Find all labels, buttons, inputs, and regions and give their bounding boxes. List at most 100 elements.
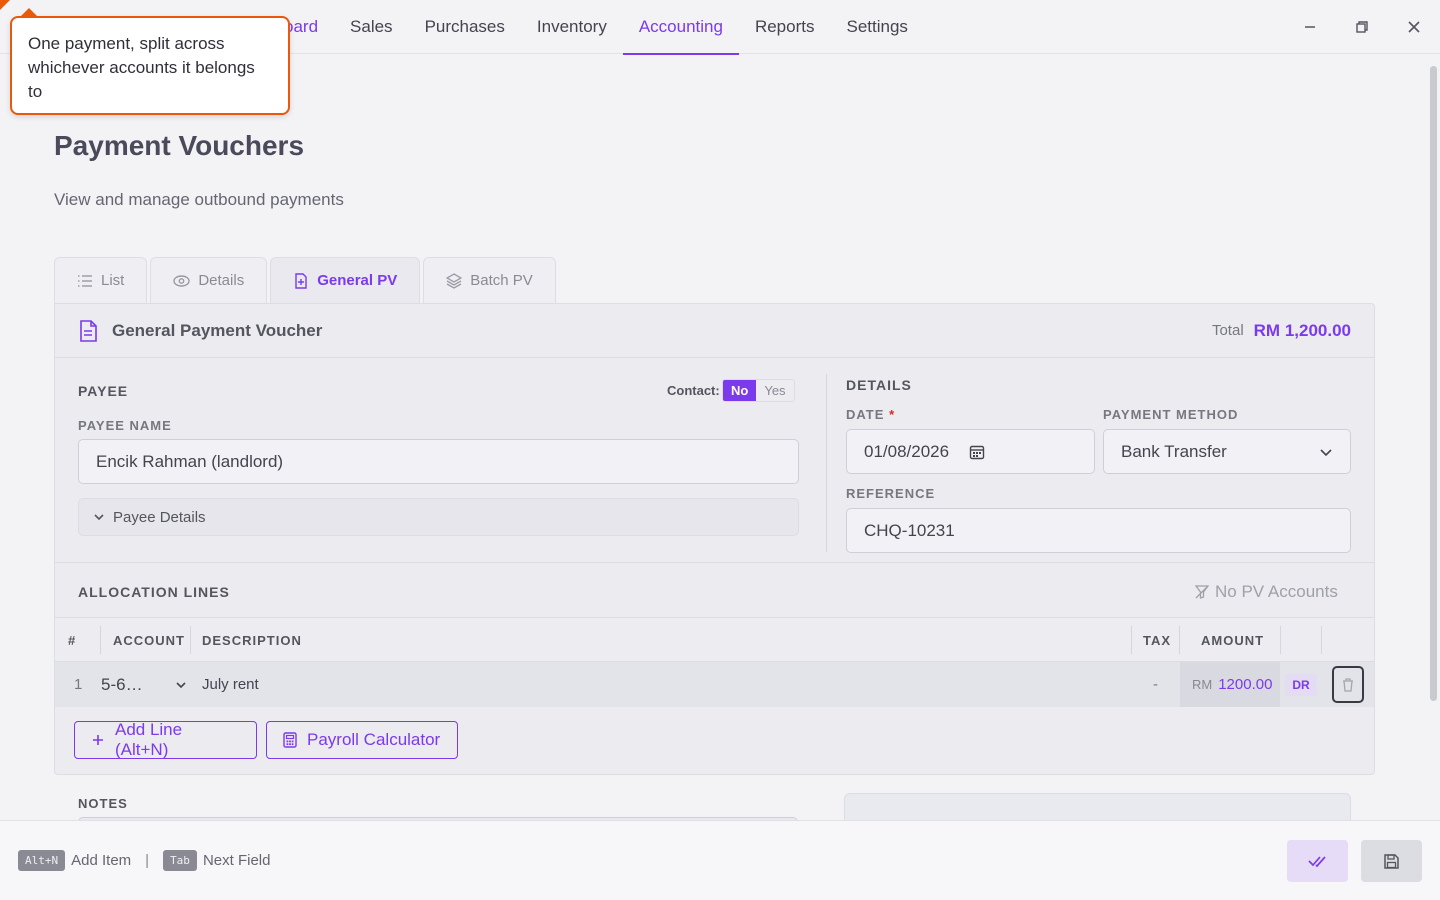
col-number: # [68, 633, 77, 648]
delete-row-button[interactable] [1332, 666, 1364, 703]
reference-value: CHQ-10231 [864, 520, 955, 540]
calculator-icon [283, 732, 297, 748]
amount-value: 1200.00 [1218, 676, 1273, 693]
column-separator [1280, 626, 1281, 654]
payment-method-value: Bank Transfer [1121, 441, 1227, 461]
payee-section-label: PAYEE [78, 383, 129, 399]
calendar-icon[interactable] [969, 444, 985, 460]
nav-tab-sales[interactable]: Sales [334, 0, 409, 54]
plus-icon [92, 735, 103, 745]
date-label: DATE * [846, 407, 895, 422]
payment-method-label: PAYMENT METHOD [1103, 407, 1239, 422]
side-label: DR [1292, 678, 1310, 692]
restore-icon [1356, 21, 1368, 33]
save-button[interactable] [1361, 840, 1422, 882]
nav-tab-settings[interactable]: Settings [830, 0, 923, 54]
contact-yes-option[interactable]: Yes [756, 380, 794, 401]
row-number: 1 [74, 676, 83, 693]
payee-name-field[interactable]: Encik Rahman (landlord) [78, 439, 799, 484]
payee-name-label: PAYEE NAME [78, 418, 172, 433]
trash-icon [1343, 678, 1353, 692]
allocation-section-label: ALLOCATION LINES [78, 584, 230, 600]
required-marker: * [889, 407, 896, 422]
reference-label: REFERENCE [846, 486, 936, 501]
nav-tab-inventory[interactable]: Inventory [521, 0, 623, 54]
close-icon [1408, 21, 1420, 33]
nav-tab-reports[interactable]: Reports [739, 0, 831, 54]
column-separator [190, 626, 191, 654]
amount-field[interactable]: RM 1200.00 [1180, 662, 1280, 707]
payment-method-select[interactable]: Bank Transfer [1103, 429, 1351, 474]
debit-credit-badge[interactable]: DR [1285, 674, 1317, 696]
shortcut-key-tab: Tab [163, 850, 197, 871]
shortcut-key-add: Alt+N [18, 850, 66, 871]
nav-tab-purchases[interactable]: Purchases [409, 0, 521, 54]
allocation-separator [55, 562, 1374, 563]
window-controls [1284, 0, 1440, 54]
allocation-table-header: # ACCOUNT DESCRIPTION TAX AMOUNT [55, 617, 1374, 662]
nav-tab-label: Reports [754, 17, 815, 36]
details-section-label: DETAILS [846, 377, 912, 393]
add-line-button[interactable]: Add Line (Alt+N) [74, 720, 257, 759]
contact-no-option[interactable]: No [723, 380, 757, 401]
date-label-text: DATE [846, 407, 885, 422]
list-icon [78, 274, 92, 287]
payee-details-toggle[interactable]: Payee Details [78, 498, 799, 536]
scrollbar[interactable] [1430, 66, 1437, 701]
nav-tab-label: Inventory [536, 17, 607, 36]
column-separator [100, 626, 101, 654]
date-value: 01/08/2026 [864, 441, 950, 461]
notes-label: NOTES [78, 796, 128, 811]
subtab-details[interactable]: Details [150, 257, 268, 303]
payroll-calculator-label: Payroll Calculator [307, 730, 441, 749]
column-separator [1179, 626, 1180, 654]
contact-label: Contact: [667, 383, 720, 398]
column-separator [1131, 626, 1132, 654]
section-divider [826, 374, 827, 552]
tooltip-arrow [20, 8, 38, 17]
nav-tab-label: Purchases [424, 17, 505, 36]
col-description: DESCRIPTION [202, 633, 302, 648]
footer-bar: Alt+N Add Item | Tab Next Field [0, 820, 1440, 900]
col-amount: AMOUNT [1201, 633, 1265, 648]
total-label: Total [1211, 322, 1244, 339]
subtab-general-pv[interactable]: General PV [270, 257, 421, 303]
chevron-down-icon [94, 514, 104, 521]
add-line-label: Add Line (Alt+N) [114, 720, 183, 759]
reference-field[interactable]: CHQ-10231 [846, 508, 1351, 553]
filter-off-icon [1195, 585, 1209, 599]
description-field[interactable]: July rent [202, 662, 1122, 707]
subtab-batch-pv[interactable]: Batch PV [423, 257, 556, 303]
pv-accounts-filter[interactable]: No PV Accounts [1195, 582, 1338, 602]
minimize-button[interactable] [1284, 0, 1336, 54]
nav-tab-accounting[interactable]: Accounting [622, 0, 740, 55]
total-value: RM 1,200.00 [1253, 320, 1351, 340]
date-field[interactable]: 01/08/2026 [846, 429, 1095, 474]
account-select[interactable]: 5-6… [101, 662, 191, 707]
minimize-icon [1305, 26, 1315, 28]
restore-button[interactable] [1336, 0, 1388, 54]
currency-label: RM [1192, 677, 1213, 692]
post-button[interactable] [1287, 840, 1348, 882]
card-header: General Payment Voucher Total RM 1,200.0… [55, 304, 1374, 358]
table-row: 1 5-6… July rent - RM 1200.00 DR [55, 662, 1374, 707]
chevron-down-icon [1320, 448, 1332, 456]
shortcut-separator: | [145, 852, 150, 869]
shortcut-label-tab: Next Field [202, 852, 271, 869]
contact-toggle[interactable]: No Yes [722, 379, 795, 402]
card-title: General Payment Voucher [112, 320, 323, 340]
document-icon [80, 319, 97, 342]
voucher-card: General Payment Voucher Total RM 1,200.0… [54, 303, 1375, 775]
pv-accounts-filter-label: No PV Accounts [1215, 582, 1338, 601]
save-icon [1384, 853, 1399, 869]
subtab-list[interactable]: List [54, 257, 148, 303]
col-tax: TAX [1143, 633, 1172, 648]
subtab-label: Details [198, 272, 245, 289]
tooltip-text: One payment, split across whichever acco… [28, 34, 255, 101]
tax-value[interactable]: - [1153, 662, 1158, 707]
page-subtitle: View and manage outbound payments [54, 190, 344, 209]
layers-icon [446, 272, 463, 289]
close-button[interactable] [1388, 0, 1440, 54]
payroll-calculator-button[interactable]: Payroll Calculator [266, 721, 458, 759]
nav-tab-label: Settings [846, 17, 908, 36]
